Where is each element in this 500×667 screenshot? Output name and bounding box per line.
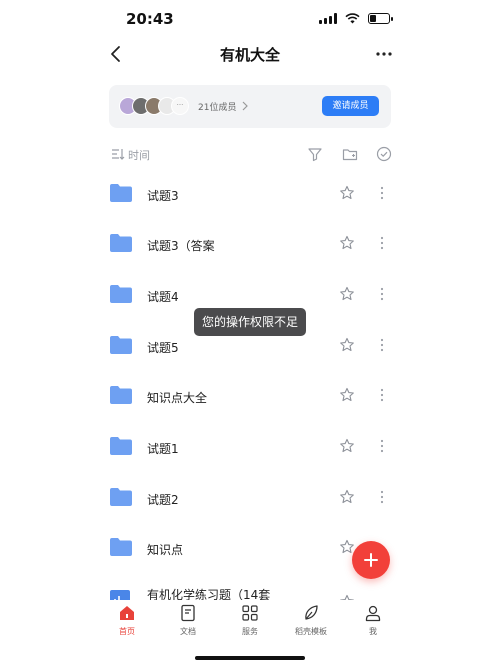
tab-home[interactable]: 首页 — [102, 604, 152, 644]
battery-level — [370, 15, 376, 22]
folder-icon — [110, 184, 132, 202]
star-icon[interactable] — [339, 185, 355, 201]
list-item[interactable]: 知识点大全 — [0, 372, 500, 422]
new-folder-icon[interactable] — [342, 146, 358, 162]
wifi-icon — [345, 13, 360, 24]
star-icon[interactable] — [339, 387, 355, 403]
list-item[interactable]: 知识点 — [0, 524, 500, 574]
star-icon[interactable] — [339, 438, 355, 454]
more-vertical-icon[interactable] — [378, 235, 386, 251]
tab-documents[interactable]: 文档 — [163, 604, 213, 644]
home-indicator — [195, 656, 305, 660]
file-name: 试题3（答案 — [147, 239, 215, 253]
document-icon — [181, 604, 195, 622]
sort-label[interactable]: 时间 — [128, 147, 150, 163]
folder-icon — [110, 386, 132, 404]
home-icon — [120, 606, 134, 620]
member-avatars[interactable]: ··· — [119, 97, 199, 117]
folder-icon — [110, 234, 132, 252]
star-icon[interactable] — [339, 235, 355, 251]
invite-members-button[interactable]: 邀请成员 — [322, 96, 379, 116]
member-card[interactable]: ··· 21位成员 邀请成员 — [109, 85, 391, 128]
more-vertical-icon[interactable] — [378, 489, 386, 505]
chart-file-icon — [110, 590, 130, 600]
nav-bar: 有机大全 — [0, 36, 500, 72]
leaf-icon — [305, 605, 318, 620]
battery-icon — [368, 13, 393, 24]
tab-label: 文档 — [180, 627, 196, 636]
add-fab-button[interactable] — [352, 541, 390, 579]
tab-label: 首页 — [119, 627, 135, 636]
file-name: 试题2 — [147, 493, 179, 507]
folder-icon — [110, 437, 132, 455]
page-title: 有机大全 — [219, 46, 280, 64]
file-name: 试题3 — [147, 189, 179, 203]
ellipsis-icon[interactable] — [374, 44, 394, 64]
list-item[interactable]: 试题3 — [0, 170, 500, 220]
more-vertical-icon[interactable] — [378, 286, 386, 302]
file-name: 试题1 — [147, 442, 179, 456]
list-item[interactable]: 试题2 — [0, 474, 500, 524]
folder-icon — [110, 336, 132, 354]
cellular-signal-icon — [319, 13, 337, 24]
tab-label: 我 — [369, 627, 377, 636]
file-name: 知识点大全 — [147, 391, 208, 405]
bottom-tab-bar: 首页 文档 服务 稻壳模板 我 — [0, 600, 500, 648]
tab-services[interactable]: 服务 — [225, 604, 275, 644]
list-item[interactable]: 试题1 — [0, 423, 500, 473]
tab-label: 服务 — [242, 627, 258, 636]
permission-toast: 您的操作权限不足 — [194, 308, 306, 336]
more-vertical-icon[interactable] — [378, 438, 386, 454]
star-icon[interactable] — [339, 286, 355, 302]
more-members-icon: ··· — [171, 97, 189, 115]
folder-icon — [110, 488, 132, 506]
star-icon[interactable] — [339, 337, 355, 353]
list-toolbar: 时间 — [0, 143, 500, 167]
file-name: 试题5 — [147, 341, 179, 355]
file-name: 知识点 — [147, 543, 184, 557]
list-item[interactable]: 有机化学练习题（14套 — [0, 574, 500, 600]
grid-icon — [242, 605, 258, 621]
file-name: 有机化学练习题（14套 — [147, 588, 271, 600]
status-icons — [319, 13, 393, 24]
folder-icon — [110, 285, 132, 303]
more-vertical-icon[interactable] — [378, 185, 386, 201]
tab-me[interactable]: 我 — [348, 604, 398, 644]
list-item[interactable]: 试题3（答案 — [0, 220, 500, 270]
chevron-right-icon[interactable] — [241, 101, 249, 111]
filter-icon[interactable] — [307, 146, 323, 162]
star-icon[interactable] — [339, 489, 355, 505]
status-bar: 20:43 — [0, 0, 500, 40]
more-vertical-icon[interactable] — [378, 337, 386, 353]
status-time: 20:43 — [126, 10, 174, 28]
sort-icon[interactable] — [111, 148, 125, 160]
select-check-icon[interactable] — [376, 146, 392, 162]
member-count[interactable]: 21位成员 — [198, 100, 236, 113]
user-icon — [365, 605, 381, 622]
more-vertical-icon[interactable] — [378, 387, 386, 403]
tab-templates[interactable]: 稻壳模板 — [286, 604, 336, 644]
plus-icon — [364, 553, 378, 567]
tab-label: 稻壳模板 — [295, 627, 327, 636]
folder-icon — [110, 538, 132, 556]
file-name: 试题4 — [147, 290, 179, 304]
